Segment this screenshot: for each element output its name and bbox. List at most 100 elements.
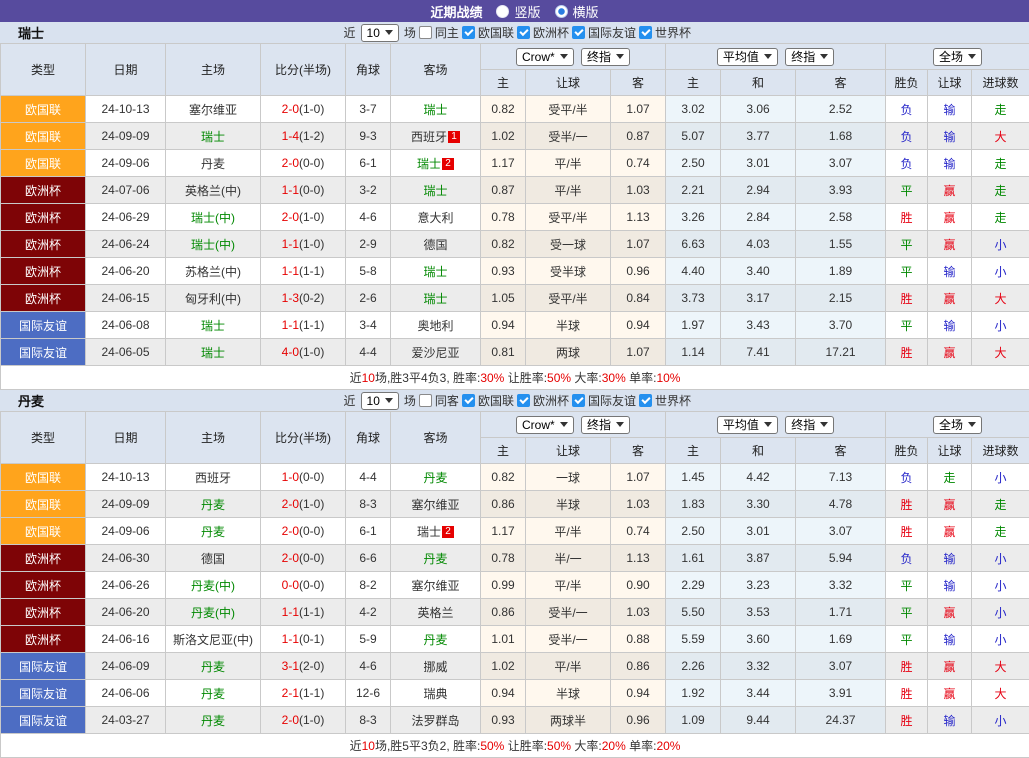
odds-time-select[interactable]: 终指 [581, 416, 630, 434]
league-checkbox[interactable] [462, 394, 475, 407]
radio-label[interactable]: 横版 [573, 2, 599, 21]
odds-time-select-value: 终指 [791, 50, 815, 64]
avg-home-odds: 2.29 [666, 572, 721, 599]
league-type-badge: 欧洲杯 [1, 177, 86, 204]
half-time-score: (1-1) [299, 605, 324, 619]
team-name: 塞尔维亚 [411, 498, 459, 512]
league-checkbox-label[interactable]: 欧洲杯 [533, 392, 569, 409]
home-odds: 1.17 [481, 150, 526, 177]
half-time-score: (1-0) [299, 713, 324, 727]
avg-draw-odds: 3.01 [721, 518, 796, 545]
odds-time-select[interactable]: 终指 [785, 416, 834, 434]
sub-header-away-odds: 客 [611, 438, 666, 464]
same-venue-checkbox[interactable] [419, 394, 432, 407]
avg-select[interactable]: 平均值 [717, 416, 778, 434]
league-checkbox[interactable] [572, 394, 585, 407]
handicap-line: 平/半 [526, 653, 611, 680]
avg-select[interactable]: 平均值 [717, 48, 778, 66]
corner-count: 6-1 [346, 518, 391, 545]
away-odds: 1.13 [611, 545, 666, 572]
match-date: 24-06-29 [86, 204, 166, 231]
match-row: 欧洲杯24-06-15匈牙利(中)1-3(0-2)2-6瑞士1.05受平/半0.… [1, 285, 1029, 312]
radio-icon[interactable] [555, 5, 568, 18]
away-odds: 1.07 [611, 96, 666, 123]
match-count-select[interactable]: 10 [361, 24, 399, 42]
result-goals: 小 [972, 572, 1029, 599]
team-name: 西班牙 [411, 130, 447, 144]
result-win-draw-loss: 胜 [886, 339, 928, 366]
radio-icon[interactable] [496, 5, 509, 18]
avg-away-odds: 5.94 [796, 545, 886, 572]
league-checkbox-label[interactable]: 世界杯 [655, 24, 691, 41]
league-checkbox[interactable] [639, 394, 652, 407]
match-date: 24-06-24 [86, 231, 166, 258]
match-date: 24-06-16 [86, 626, 166, 653]
handicap-line: 平/半 [526, 572, 611, 599]
match-count-value: 10 [367, 394, 380, 408]
col-header-score: 比分(半场) [261, 44, 346, 96]
league-checkbox-label[interactable]: 欧国联 [478, 392, 514, 409]
home-odds: 0.93 [481, 707, 526, 734]
league-type-badge: 国际友谊 [1, 653, 86, 680]
avg-away-odds: 3.07 [796, 518, 886, 545]
league-checkbox-label[interactable]: 世界杯 [655, 392, 691, 409]
layout-radio-horizontal[interactable]: 横版 [555, 2, 599, 21]
col-header-away: 客场 [391, 44, 481, 96]
full-time-score: 1-1 [282, 632, 299, 646]
caret-down-icon [764, 422, 772, 427]
odds-time-select[interactable]: 终指 [785, 48, 834, 66]
half-time-score: (1-0) [299, 102, 324, 116]
bookmaker-select[interactable]: Crow* [516, 48, 574, 66]
league-checkbox[interactable] [462, 26, 475, 39]
title-bar: 近期战绩 竖版 横版 [0, 0, 1029, 22]
avg-home-odds: 1.92 [666, 680, 721, 707]
team-name: 塞尔维亚 [189, 103, 237, 117]
same-venue-checkbox[interactable] [419, 26, 432, 39]
scope-select[interactable]: 全场 [933, 416, 982, 434]
near-label: 近 [344, 392, 356, 409]
handicap-line: 受半/一 [526, 626, 611, 653]
half-time-score: (0-0) [299, 183, 324, 197]
result-group-header: 全场 [886, 44, 1029, 70]
full-time-score: 2-0 [282, 551, 299, 565]
scope-select[interactable]: 全场 [933, 48, 982, 66]
home-odds: 1.17 [481, 518, 526, 545]
league-checkbox-label[interactable]: 欧国联 [478, 24, 514, 41]
away-team-cell: 挪威 [391, 653, 481, 680]
corner-count: 8-3 [346, 491, 391, 518]
avg-draw-odds: 2.94 [721, 177, 796, 204]
handicap-line: 半球 [526, 680, 611, 707]
league-type-badge: 欧洲杯 [1, 626, 86, 653]
home-odds: 0.78 [481, 204, 526, 231]
away-team-cell: 瑞士2 [391, 518, 481, 545]
avg-home-odds: 3.02 [666, 96, 721, 123]
bookmaker-select[interactable]: Crow* [516, 416, 574, 434]
layout-radio-vertical[interactable]: 竖版 [496, 2, 540, 21]
caret-down-icon [616, 54, 624, 59]
team-name: 瑞典 [423, 687, 447, 701]
league-checkbox[interactable] [639, 26, 652, 39]
league-checkbox[interactable] [517, 394, 530, 407]
league-checkbox-label[interactable]: 欧洲杯 [533, 24, 569, 41]
odds-time-select[interactable]: 终指 [581, 48, 630, 66]
match-date: 24-10-13 [86, 464, 166, 491]
league-checkbox[interactable] [517, 26, 530, 39]
league-checkbox-label[interactable]: 国际友谊 [588, 392, 636, 409]
home-team-cell: 斯洛文尼亚(中) [166, 626, 261, 653]
score-cell: 1-1(0-0) [261, 177, 346, 204]
summary-text: 近 [350, 739, 362, 753]
league-checkbox[interactable] [572, 26, 585, 39]
same-venue-label[interactable]: 同主 [435, 24, 459, 41]
match-count-select[interactable]: 10 [361, 392, 399, 410]
radio-label[interactable]: 竖版 [514, 2, 540, 21]
match-row: 欧国联24-09-06丹麦2-0(0-0)6-1瑞士21.17平/半0.742.… [1, 150, 1029, 177]
avg-away-odds: 3.07 [796, 653, 886, 680]
same-venue-label[interactable]: 同客 [435, 392, 459, 409]
full-time-score: 0-0 [282, 578, 299, 592]
handicap-line: 受半/一 [526, 599, 611, 626]
match-row: 欧国联24-09-09丹麦2-0(1-0)8-3塞尔维亚0.86半球1.031.… [1, 491, 1029, 518]
league-checkbox-label[interactable]: 国际友谊 [588, 24, 636, 41]
league-type-badge: 国际友谊 [1, 339, 86, 366]
result-handicap: 输 [928, 123, 972, 150]
avg-draw-odds: 3.87 [721, 545, 796, 572]
